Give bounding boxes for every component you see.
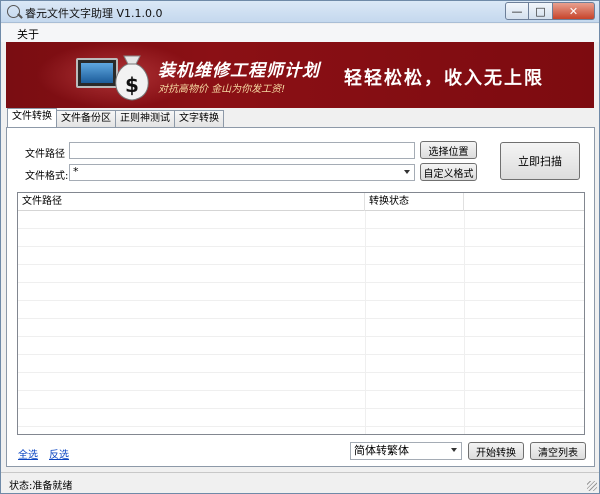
status-text: 状态:准备就绪 [9,481,73,492]
app-window: 睿元文件文字助理 V1.1.0.0 — □ ✕ 关于 $ 装机维修工程师计划 对… [0,0,600,494]
convert-mode-value: 简体转繁体 [354,444,409,457]
path-input[interactable] [69,142,415,159]
chevron-down-icon [404,170,410,174]
start-convert-button[interactable]: 开始转换 [468,442,524,460]
list-header: 文件路径 转换状态 [18,193,584,211]
dollar-sign: $ [125,73,139,97]
scan-button[interactable]: 立即扫描 [500,142,580,180]
banner-title: 装机维修工程师计划 [158,61,320,81]
column-header-extra[interactable] [464,193,584,211]
magnifier-icon [7,5,20,18]
minimize-button[interactable]: — [505,2,529,20]
format-select-value: * [73,165,79,178]
choose-location-button[interactable]: 选择位置 [420,141,477,159]
window-controls: — □ ✕ [505,2,595,20]
close-button[interactable]: ✕ [553,2,595,20]
list-body[interactable] [18,211,584,434]
column-header-status[interactable]: 转换状态 [365,193,464,211]
banner-slogan: 轻轻松松，收入无上限 [344,68,544,89]
tab-file-convert[interactable]: 文件转换 [7,108,57,127]
convert-mode-select[interactable]: 简体转繁体 [350,442,462,460]
tab-regex-test[interactable]: 正则神测试 [115,110,175,127]
maximize-button[interactable]: □ [529,2,553,20]
ad-banner[interactable]: $ 装机维修工程师计划 对抗高物价 金山为你发工资! 轻轻松松，收入无上限 [6,42,594,108]
tab-file-backup[interactable]: 文件备份区 [56,110,116,127]
column-divider [365,211,366,434]
status-bar: 状态:准备就绪 [1,472,599,493]
window-title: 睿元文件文字助理 V1.1.0.0 [25,7,163,20]
custom-format-button[interactable]: 自定义格式 [420,163,477,181]
clear-list-button[interactable]: 清空列表 [530,442,586,460]
path-label: 文件路径 [25,149,65,160]
money-bag-icon: $ [115,55,149,101]
select-all-link[interactable]: 全选 [18,446,38,461]
column-divider [464,211,465,434]
tab-strip: 文件转换 文件备份区 正则神测试 文字转换 [7,108,224,128]
title-bar[interactable]: 睿元文件文字助理 V1.1.0.0 — □ ✕ [1,1,599,23]
chevron-down-icon [451,448,457,452]
banner-subtitle: 对抗高物价 金山为你发工资! [158,84,286,95]
invert-select-link[interactable]: 反选 [49,446,69,461]
tab-text-convert[interactable]: 文字转换 [174,110,224,127]
column-header-path[interactable]: 文件路径 [18,193,365,211]
menu-about[interactable]: 关于 [17,26,39,42]
menu-bar: 关于 [1,24,599,42]
resize-grip-icon[interactable] [587,481,597,491]
format-label: 文件格式: [25,171,69,182]
file-list[interactable]: 文件路径 转换状态 [17,192,585,435]
format-select[interactable]: * [69,164,415,181]
